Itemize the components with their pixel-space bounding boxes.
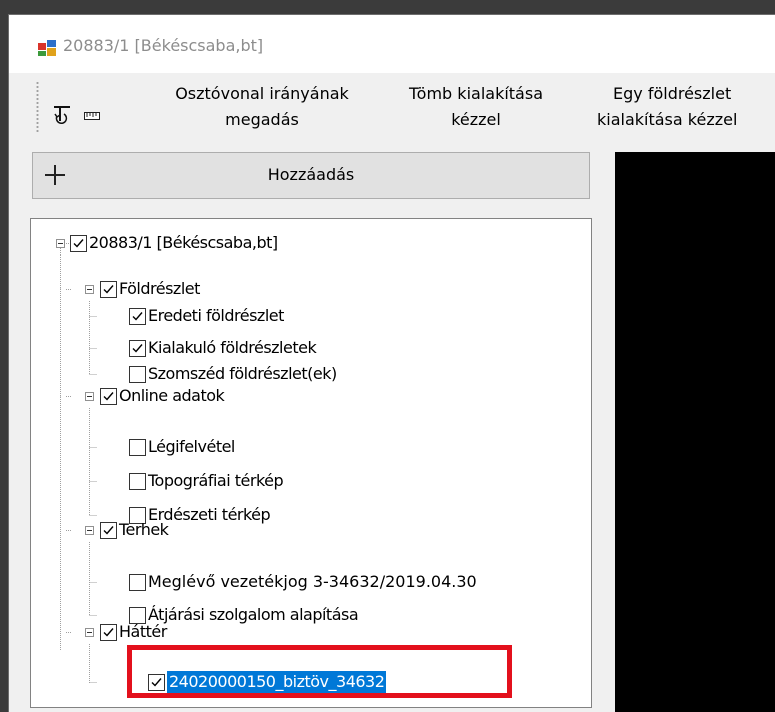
app-window: 20883/1 [Békéscsaba,bt] Osztóvonal irány…	[8, 14, 775, 712]
item-label-biztov-selected[interactable]: 24020000150_biztöv_34632	[167, 671, 387, 693]
item-biztov-checkbox[interactable]	[148, 674, 165, 691]
item-vezetekjog-checkbox[interactable]	[129, 574, 146, 591]
direction-button-label-2: megadás	[225, 110, 299, 129]
group-terhek-toggle[interactable]	[85, 526, 94, 535]
group-terhek-checkbox[interactable]	[100, 522, 117, 539]
direction-button[interactable]: Osztóvonal irányának megadás	[152, 81, 372, 133]
item-topografiai-checkbox[interactable]	[129, 473, 146, 490]
direction-button-label-1: Osztóvonal irányának	[175, 84, 349, 103]
title-bar[interactable]: 20883/1 [Békéscsaba,bt]	[9, 15, 775, 73]
root-checkbox[interactable]	[70, 235, 87, 252]
add-button-label: Hozzáadás	[267, 165, 355, 184]
item-label-vezetekjog[interactable]: Meglévő vezetékjog 3-34632/2019.04.30	[148, 571, 477, 593]
check-icon	[73, 239, 84, 248]
check-icon	[103, 526, 114, 535]
group-label-online[interactable]: Online adatok	[119, 385, 225, 407]
check-icon	[151, 678, 162, 687]
group-hatter-checkbox[interactable]	[100, 624, 117, 641]
block-button-label-1: Tömb kialakítása	[409, 84, 543, 103]
group-label-hatter[interactable]: Háttér	[119, 621, 167, 643]
check-icon	[132, 344, 143, 353]
rotate-tool-icon[interactable]	[52, 104, 72, 126]
layer-tree[interactable]: 20883/1 [Békéscsaba,bt] Földrészlet Ered…	[30, 218, 592, 708]
item-label-szomszed[interactable]: Szomszéd földrészlet(ek)	[148, 363, 337, 385]
group-online-checkbox[interactable]	[100, 388, 117, 405]
item-label-atjarasi[interactable]: Átjárási szolgalom alapítása	[148, 604, 359, 626]
block-button-label-2: kézzel	[451, 110, 501, 129]
parcel-button-label-1: Egy földrészlet	[613, 84, 732, 103]
measure-tool-icon[interactable]	[84, 112, 100, 120]
app-icon	[38, 40, 56, 56]
block-button[interactable]: Tömb kialakítása kézzel	[399, 81, 553, 133]
parcel-button-label-2: kialakítása kézzel	[597, 110, 738, 129]
item-kialakulo-checkbox[interactable]	[129, 340, 146, 357]
check-icon	[103, 285, 114, 294]
tree-root-label[interactable]: 20883/1 [Békéscsaba,bt]	[89, 232, 278, 254]
parcel-button[interactable]: Egy földrészlet kialakítása kézzel	[597, 81, 775, 133]
window-title: 20883/1 [Békéscsaba,bt]	[63, 36, 264, 55]
map-canvas[interactable]	[615, 152, 775, 712]
group-hatter-toggle[interactable]	[85, 628, 94, 637]
check-icon	[103, 628, 114, 637]
toolbar-grip[interactable]	[36, 81, 39, 133]
item-legifelvetel-checkbox[interactable]	[129, 439, 146, 456]
root-collapse-toggle[interactable]	[56, 239, 65, 248]
item-label-topografiai[interactable]: Topográfiai térkép	[148, 470, 284, 492]
check-icon	[132, 312, 143, 321]
item-label-legifelvetel[interactable]: Légifelvétel	[148, 436, 235, 458]
item-eredeti-checkbox[interactable]	[129, 308, 146, 325]
group-label-foldreszlet[interactable]: Földrészlet	[119, 278, 200, 300]
add-button[interactable]: Hozzáadás	[32, 152, 590, 199]
group-label-terhek[interactable]: Terhek	[119, 519, 169, 541]
group-online-toggle[interactable]	[85, 392, 94, 401]
item-label-eredeti[interactable]: Eredeti földrészlet	[148, 305, 284, 327]
group-foldreszlet-toggle[interactable]	[85, 285, 94, 294]
check-icon	[103, 392, 114, 401]
toolbar: Osztóvonal irányának megadás Tömb kialak…	[9, 73, 775, 155]
item-szomszed-checkbox[interactable]	[129, 366, 146, 383]
item-label-kialakulo[interactable]: Kialakuló földrészletek	[148, 337, 317, 359]
group-foldreszlet-checkbox[interactable]	[100, 281, 117, 298]
